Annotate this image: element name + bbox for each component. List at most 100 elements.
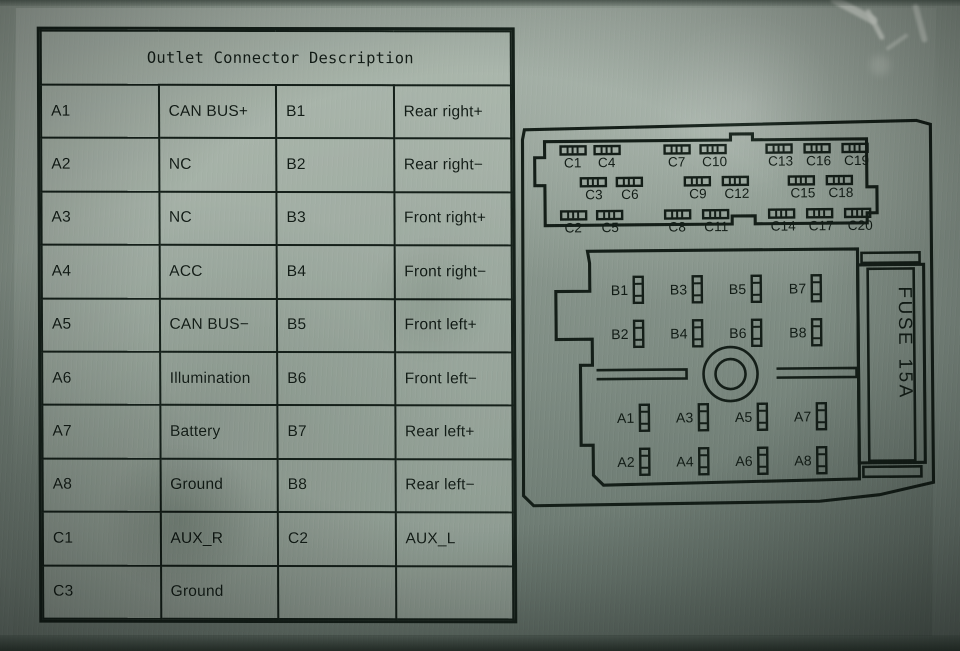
pin-desc-left: AUX_R <box>160 511 279 566</box>
table-title-row: Outlet Connector Description <box>40 30 511 86</box>
b-pin-slot-icon <box>691 319 704 348</box>
ab-connector-block: B1 B3 B5 B7 B2 B4 B6 B8 A1 A3 A5 A7 A2 A… <box>554 247 862 487</box>
pin-code-right: B4 <box>276 245 395 299</box>
c-pin-label: C13 <box>768 153 793 168</box>
pin-code-right: B3 <box>276 191 395 246</box>
connector-diagram: C1 C4 C7 C10 C13 C16 C19 C3 C6 C9 C12 C1… <box>516 110 949 514</box>
c-pin-slot-icon <box>841 142 869 154</box>
c-pin-slot-icon <box>701 208 730 220</box>
c-pin-slot-icon <box>805 207 834 219</box>
b-pin-slot-icon <box>632 319 645 349</box>
b-pin-slot-icon <box>691 275 704 304</box>
c-pin-slot-icon <box>593 144 621 156</box>
a-pin-slot-icon <box>756 446 769 475</box>
pinout-table: Outlet Connector Description A1 CAN BUS+… <box>40 30 515 621</box>
c-pin-label: C3 <box>585 187 603 202</box>
b-pin-slot-icon <box>810 274 823 303</box>
c-pin-slot-icon <box>767 208 796 219</box>
b-pin-label: B3 <box>670 281 688 297</box>
a-pin-label: A5 <box>735 409 753 425</box>
c-pin-label: C18 <box>828 185 853 200</box>
c-pin-label: C12 <box>724 186 749 201</box>
pin-desc-right: Front right− <box>394 245 512 299</box>
pin-code-left: A3 <box>41 191 160 245</box>
keyway-outer-circle <box>702 345 759 403</box>
c-pin-label: C20 <box>848 218 873 233</box>
a-pin-slot-icon <box>697 403 710 432</box>
pin-code-right: C2 <box>277 512 396 566</box>
photo-top-edge <box>0 0 960 6</box>
a-pin-label: A7 <box>794 408 812 424</box>
pin-desc-right-empty <box>395 565 514 620</box>
keyway-rail-right <box>776 366 858 379</box>
b-pin-label: B1 <box>611 282 629 298</box>
a-pin-slot-icon <box>815 445 828 475</box>
b-pin-label: B7 <box>789 280 807 296</box>
b-pin-row-top: B1 B3 B5 B7 <box>611 274 823 305</box>
pin-desc-left: Battery <box>159 405 278 459</box>
a-pin-row-top: A1 A3 A5 A7 <box>617 401 828 433</box>
pin-desc-left: CAN BUS− <box>159 298 278 352</box>
c-pin-slot-icon <box>699 143 727 155</box>
pin-code-right: B6 <box>277 351 395 406</box>
pin-code-right: B8 <box>277 458 396 513</box>
c-pin-label: C14 <box>771 218 797 233</box>
c-pin-label: C16 <box>806 153 831 168</box>
pin-code-left: A5 <box>41 298 160 352</box>
pin-desc-right: Rear right− <box>393 138 512 193</box>
table-row: A4 ACC B4 Front right− <box>41 244 512 299</box>
c-pin-label: C4 <box>598 155 616 170</box>
c-pin-slot-icon <box>559 145 587 156</box>
pin-desc-left: Ground <box>160 458 278 513</box>
c-pin-label: C17 <box>809 218 834 233</box>
b-pin-slot-icon <box>750 274 763 304</box>
c-pin-slot-icon <box>559 210 588 221</box>
c-pin-slot-icon <box>683 175 712 187</box>
pin-code-left: A6 <box>42 351 160 406</box>
b-pin-slot-icon <box>810 318 823 347</box>
pin-desc-left: Illumination <box>159 351 278 406</box>
c-pin-slot-icon <box>615 176 644 188</box>
pin-desc-right: Front left− <box>394 352 513 406</box>
pin-desc-left: NC <box>158 138 277 192</box>
pin-code-left: C3 <box>43 565 161 619</box>
c-pin-row-bottom: C2 C5 C8 C11 C14 C17 C20 <box>559 207 873 235</box>
pin-desc-right: Rear left+ <box>394 405 513 460</box>
b-pin-label: B2 <box>611 326 629 342</box>
pin-code-left: A1 <box>40 84 159 139</box>
a-pin-slot-icon <box>697 447 710 476</box>
a-pin-label: A8 <box>794 452 812 468</box>
c-pin-label: C6 <box>621 187 639 202</box>
a-pin-label: A4 <box>676 453 694 469</box>
c-pin-row-middle: C3 C6 C9 C12 C15 C18 <box>579 174 854 202</box>
b-pin-label: B5 <box>729 281 747 297</box>
a-pin-slot-icon <box>756 402 769 431</box>
table-row: A2 NC B2 Rear right− <box>41 137 512 193</box>
b-pin-label: B8 <box>789 324 807 340</box>
pinout-table-container: Outlet Connector Description A1 CAN BUS+… <box>36 26 518 624</box>
c-pin-label: C15 <box>790 185 815 200</box>
pin-code-left: C1 <box>42 511 161 566</box>
pin-code-left: A4 <box>41 244 160 299</box>
c-pin-label: C10 <box>702 154 727 169</box>
photo-bottom-edge <box>0 635 960 651</box>
c-pin-slot-icon <box>721 175 750 187</box>
c-pin-slot-icon <box>825 174 854 186</box>
a-pin-slot-icon <box>638 403 651 433</box>
fuse-rating: 15A <box>894 358 915 399</box>
c-pin-slot-icon <box>803 142 831 154</box>
pin-code-right: B1 <box>275 84 394 139</box>
table-row: C1 AUX_R C2 AUX_L <box>42 511 514 566</box>
pin-desc-right: AUX_L <box>395 512 514 566</box>
pin-code-left: A8 <box>42 458 161 512</box>
a-pin-slot-icon <box>638 447 651 477</box>
c-pin-label: C11 <box>704 219 728 234</box>
table-row: A6 Illumination B6 Front left− <box>42 351 513 406</box>
fuse-bottom-tab <box>862 465 923 479</box>
table-row: A1 CAN BUS+ B1 Rear right+ <box>40 84 512 139</box>
a-pin-slot-icon <box>815 401 828 431</box>
table-row: A3 NC B3 Front right+ <box>41 191 512 246</box>
pin-code-right: B5 <box>276 298 395 353</box>
pin-desc-left: ACC <box>159 244 277 299</box>
c-pin-label: C5 <box>601 220 619 235</box>
